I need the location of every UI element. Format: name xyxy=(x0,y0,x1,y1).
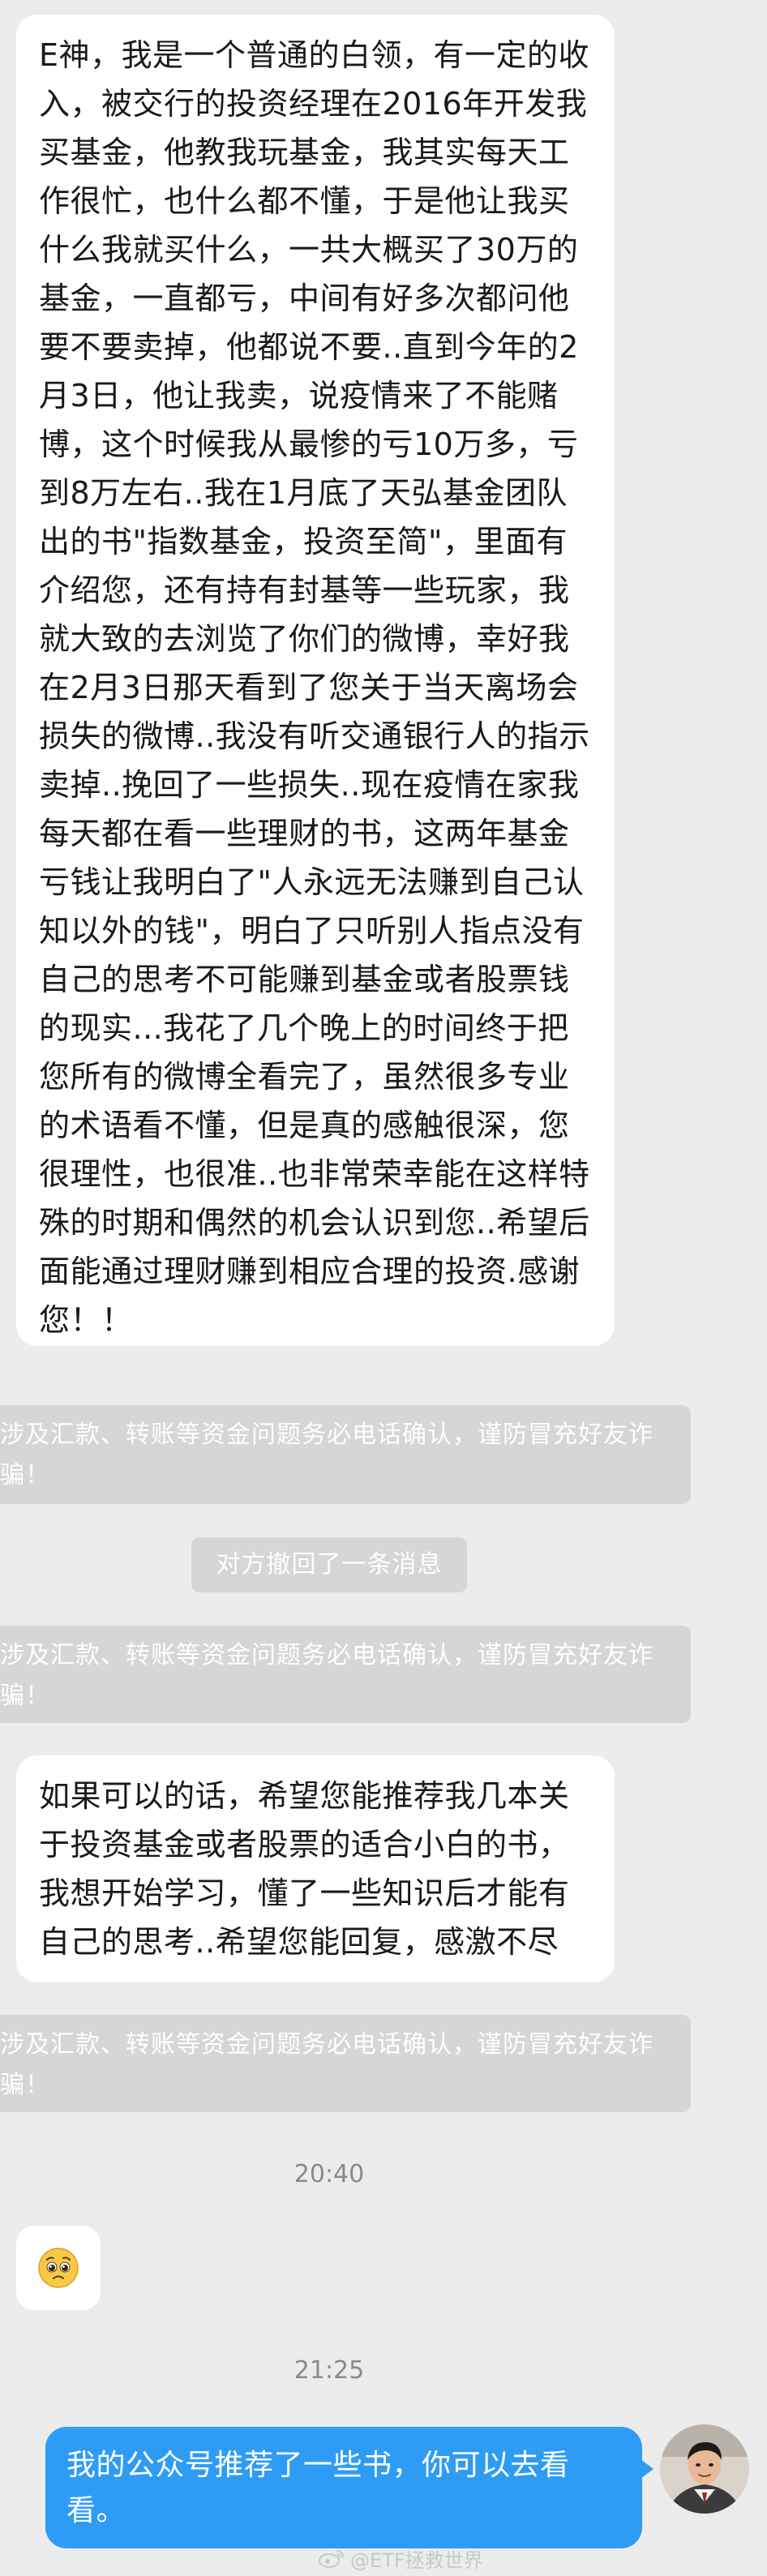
pleading-face-icon xyxy=(38,2248,79,2288)
notice-text: 涉及汇款、转账等资金问题务必电话确认，谨防冒充好友诈骗！ xyxy=(0,1641,653,1710)
incoming-message-long[interactable]: E神，我是一个普通的白领，有一定的收入，被交行的投资经理在2016年开发我买基金… xyxy=(16,15,615,1346)
message-text: 我的公众号推荐了一些书，你可以去看看。 xyxy=(66,2449,570,2527)
notice-text: 涉及汇款、转账等资金问题务必电话确认，谨防冒充好友诈骗！ xyxy=(0,1421,653,1489)
message-text: 如果可以的话，希望您能推荐我几本关于投资基金或者股票的适合小白的书，我想开始学习… xyxy=(39,1778,570,1960)
outgoing-message[interactable]: 我的公众号推荐了一些书，你可以去看看。 xyxy=(45,2427,653,2548)
security-notice: 涉及汇款、转账等资金问题务必电话确认，谨防冒充好友诈骗！ xyxy=(0,2015,691,2112)
recall-text: 对方撤回了一条消息 xyxy=(216,1550,443,1579)
security-notice: 涉及汇款、转账等资金问题务必电话确认，谨防冒充好友诈骗！ xyxy=(0,1405,691,1504)
notice-text: 涉及汇款、转账等资金问题务必电话确认，谨防冒充好友诈骗！ xyxy=(0,2030,653,2099)
recall-notice: 对方撤回了一条消息 xyxy=(191,1537,467,1592)
weibo-logo-icon xyxy=(319,2550,344,2568)
message-text: E神，我是一个普通的白领，有一定的收入，被交行的投资经理在2016年开发我买基金… xyxy=(39,37,590,1338)
avatar-image xyxy=(660,2424,749,2514)
timestamp: 21:25 xyxy=(294,2356,365,2385)
watermark-text: @ETF拯救世界 xyxy=(350,2548,483,2572)
user-avatar[interactable] xyxy=(660,2424,749,2514)
timestamp: 20:40 xyxy=(294,2160,365,2188)
incoming-message[interactable]: 如果可以的话，希望您能推荐我几本关于投资基金或者股票的适合小白的书，我想开始学习… xyxy=(16,1755,615,1982)
security-notice: 涉及汇款、转账等资金问题务必电话确认，谨防冒充好友诈骗！ xyxy=(0,1626,691,1723)
incoming-emoji-message[interactable] xyxy=(16,2226,101,2310)
watermark: @ETF拯救世界 xyxy=(318,2544,483,2572)
